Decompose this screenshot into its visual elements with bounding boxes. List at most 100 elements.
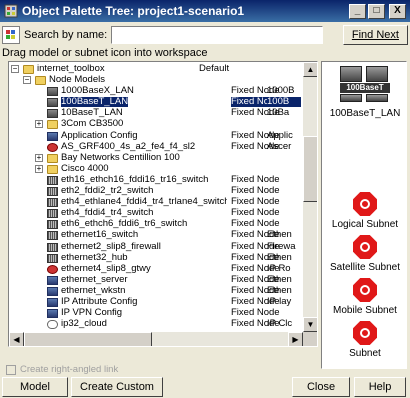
switch-icon	[47, 198, 58, 208]
tree-row-description: Ethen	[267, 252, 292, 263]
toolbox-icon	[23, 65, 34, 74]
tree-row[interactable]: ip32_cloud Fixed Node IP Clc	[9, 319, 303, 330]
object-tree[interactable]: − internet_toolbox Default − Node Models 1000…	[8, 61, 318, 347]
right-angled-link-checkbox	[6, 364, 16, 375]
title-bar[interactable]: Object Palette Tree: project1-scenario1 …	[0, 0, 410, 22]
router-icon	[47, 264, 58, 274]
switch-icon	[47, 187, 58, 197]
collapse-icon[interactable]: −	[11, 65, 19, 73]
help-button[interactable]: Help	[354, 377, 406, 397]
switch-icon	[47, 242, 58, 252]
subnet-icon	[353, 321, 377, 345]
tree-row[interactable]: ethernet16_switch Fixed Node Ethen	[9, 230, 303, 241]
tree-row-type: Fixed Node	[231, 196, 280, 208]
folder-icon	[47, 153, 58, 163]
tree-row-description: 100B	[267, 97, 301, 108]
switch-icon	[47, 220, 58, 230]
find-next-button[interactable]: Find Next	[342, 25, 408, 45]
vertical-scroll-thumb[interactable]	[303, 136, 317, 202]
horizontal-scrollbar[interactable]: ◀ ▶	[9, 332, 303, 346]
config-icon	[47, 297, 58, 307]
tree-row-description: IP-lay	[267, 296, 292, 307]
tree-row-name: IP VPN Config	[61, 308, 123, 319]
palette-preview[interactable]: 100BaseT 100BaseT_LAN	[322, 66, 408, 119]
satellite-subnet-item[interactable]: Satellite Subnet	[322, 235, 408, 273]
tree-row-name: ethernet_server	[61, 274, 128, 285]
tree-row-name: ethernet2_slip8_firewall	[61, 241, 161, 252]
subnet-item[interactable]: Subnet	[322, 321, 408, 359]
tree-row-description: 10Ba	[267, 108, 290, 119]
tree-rows: − internet_toolbox Default − Node Models 1000…	[9, 64, 303, 330]
tree-row-name: ethernet4_slip8_gtwy	[61, 263, 151, 274]
tree-row-name: eth4_fddi4_tr4_switch	[61, 208, 154, 219]
tree-row[interactable]: AS_GRF400_4s_a2_fe4_f4_sl2 Fixed Node Asce…	[9, 141, 303, 153]
expand-icon[interactable]: +	[35, 153, 43, 162]
search-row: Search by name: Find Next	[2, 25, 408, 45]
tree-row-type: Default	[199, 63, 230, 74]
tree-row-name: ethernet16_switch	[61, 230, 139, 241]
tree-row-name: Bay Networks Centillion 100	[61, 152, 180, 163]
drag-hint: Drag model or subnet icon into workspace	[2, 47, 208, 59]
lan-icon	[47, 98, 58, 108]
close-button[interactable]: Close	[292, 377, 350, 397]
tree-row[interactable]: + Bay Networks Centillion 100	[9, 153, 303, 164]
tree-row-description: Ascer	[267, 141, 292, 152]
tree-row-name: eth16_ethch16_fddi16_tr16_switch	[61, 174, 209, 185]
expand-icon[interactable]: +	[35, 120, 43, 129]
lan-icon	[47, 109, 58, 119]
tree-row[interactable]: 10BaseT_LAN Fixed Node 10Ba	[9, 108, 303, 119]
scroll-right-icon[interactable]: ▶	[288, 332, 303, 346]
icon-palette[interactable]: 100BaseT 100BaseT_LAN Logical Subnet Sat…	[321, 61, 407, 369]
expand-icon[interactable]: +	[35, 164, 43, 173]
tree-row[interactable]: − internet_toolbox Default	[9, 64, 303, 75]
tree-row-type: Fixed Node	[231, 307, 280, 319]
tree-row-description: Applic	[267, 130, 293, 141]
tree-row-description: Ethen	[267, 230, 292, 241]
create-custom-model-button[interactable]: Create Custom Model...	[71, 377, 163, 397]
palette-preview-label: 100BaseT_LAN	[329, 108, 401, 119]
config-icon	[47, 309, 58, 319]
close-window-button[interactable]: X	[389, 3, 406, 19]
tree-row-description: Ethen	[267, 274, 292, 285]
search-input[interactable]	[111, 26, 323, 44]
mobile-subnet-item[interactable]: Mobile Subnet	[322, 278, 408, 316]
tree-row-type: Fixed Node	[231, 207, 280, 219]
maximize-button[interactable]: □	[368, 3, 385, 19]
tree-row-name: Cisco 4000	[61, 163, 109, 174]
minimize-button[interactable]: _	[349, 3, 366, 19]
server-icon	[47, 275, 58, 285]
satellite-subnet-label: Satellite Subnet	[329, 262, 401, 273]
tree-row-type: Fixed Node	[231, 173, 280, 185]
collapse-icon[interactable]: −	[23, 76, 31, 85]
mobile-subnet-label: Mobile Subnet	[333, 305, 397, 316]
tree-row-type: Fixed Node	[231, 185, 280, 197]
scroll-left-icon[interactable]: ◀	[9, 332, 24, 346]
lan-preview-plate: 100BaseT	[340, 83, 390, 93]
tree-row[interactable]: ethernet2_slip8_firewall Fixed Node Firewa	[9, 241, 303, 253]
subnet-icon	[353, 278, 377, 302]
vertical-scrollbar[interactable]: ▲ ▼	[303, 62, 317, 332]
right-angled-link-label: Create right-angled link	[20, 364, 119, 375]
tree-row-name: eth4_ethlane4_fddi4_tr4_trlane4_switch	[61, 197, 227, 208]
router-icon	[47, 142, 58, 152]
folder-icon	[35, 76, 46, 86]
tree-row-name: AS_GRF400_4s_a2_fe4_f4_sl2	[61, 141, 196, 152]
horizontal-scroll-thumb[interactable]	[24, 332, 152, 346]
tree-row-name: 10BaseT_LAN	[61, 108, 123, 119]
tree-row-name: ethernet_wkstn	[61, 285, 126, 296]
tree-row-description: 1000B	[267, 86, 295, 97]
subnet-label: Subnet	[349, 348, 381, 359]
tree-row-name: Node Models	[49, 75, 105, 86]
switch-icon	[47, 231, 58, 241]
tree-row-description: Firewa	[267, 241, 296, 252]
scroll-down-icon[interactable]: ▼	[303, 317, 317, 332]
tree-row[interactable]: +3Com CB3500	[9, 119, 303, 130]
scroll-up-icon[interactable]: ▲	[303, 62, 317, 77]
model-details-button[interactable]: Model Details	[2, 377, 68, 397]
logical-subnet-item[interactable]: Logical Subnet	[322, 192, 408, 230]
tree-row-name: IP Attribute Config	[61, 296, 138, 307]
search-icon[interactable]	[2, 26, 20, 44]
folder-icon	[47, 120, 58, 130]
window-title: Object Palette Tree: project1-scenario1	[22, 4, 245, 18]
tree-row[interactable]: Application Config Fixed Node Applic	[9, 130, 303, 142]
